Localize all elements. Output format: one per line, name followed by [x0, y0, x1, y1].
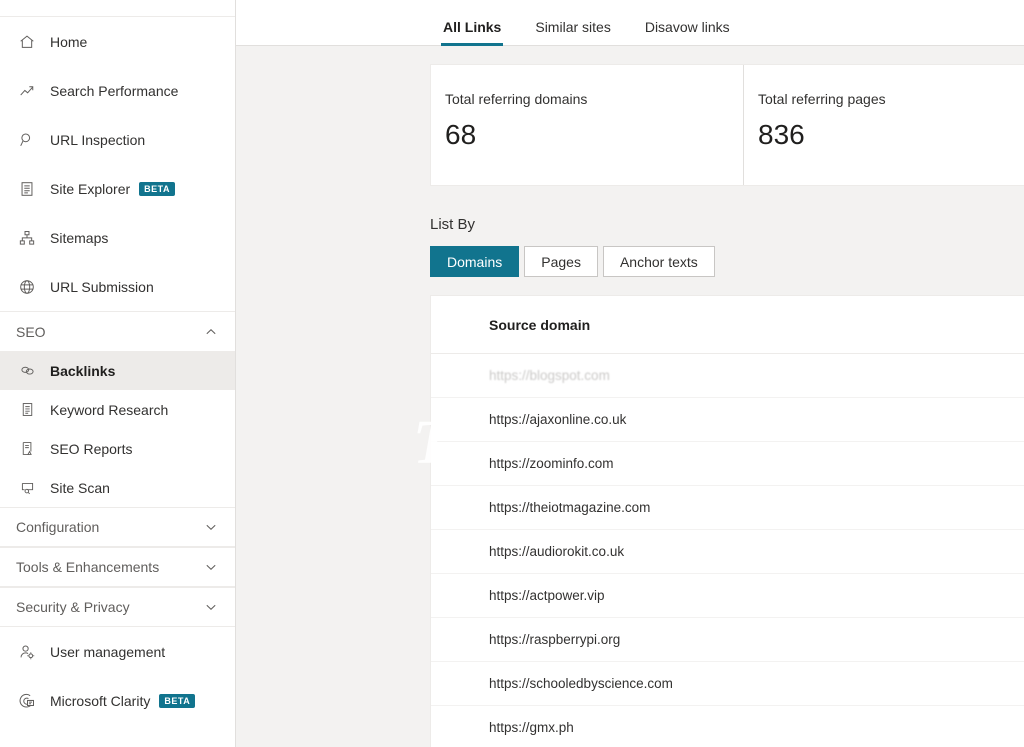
sidebar-item-label: User management	[50, 645, 165, 659]
sidebar-item-search-performance[interactable]: Search Performance	[0, 66, 235, 115]
sidebar-item-label: Site Scan	[50, 481, 110, 495]
chevron-down-icon	[203, 599, 219, 615]
cell-source-domain: https://actpower.vip	[489, 588, 605, 603]
table-row[interactable]: https://blogspot.com	[431, 354, 1024, 398]
summary-cards: Total referring domains 68 Total referri…	[430, 64, 1024, 186]
cell-source-domain: https://zoominfo.com	[489, 456, 614, 471]
sidebar-item-url-inspection[interactable]: URL Inspection	[0, 115, 235, 164]
card-value: 836	[758, 121, 1024, 149]
list-by-label: List By	[430, 216, 1024, 233]
document-list-icon	[16, 178, 38, 200]
sidebar-item-label: SEO Reports	[50, 442, 132, 456]
document-icon	[16, 399, 38, 421]
sidebar-section-tools-enhancements[interactable]: Tools & Enhancements	[0, 547, 235, 587]
app-root: Home Search Performance URL Inspection	[0, 0, 1024, 747]
list-by-pages-button[interactable]: Pages	[524, 246, 598, 277]
sidebar: Home Search Performance URL Inspection	[0, 0, 236, 747]
globe-icon	[16, 276, 38, 298]
sidebar-item-keyword-research[interactable]: Keyword Research	[0, 390, 235, 429]
sidebar-item-label: Home	[50, 35, 87, 49]
section-title: SEO	[16, 324, 46, 340]
cell-source-domain: https://audiorokit.co.uk	[489, 544, 624, 559]
main-content: All Links Similar sites Disavow links T …	[236, 0, 1024, 747]
sidebar-item-microsoft-clarity[interactable]: Microsoft Clarity BETA	[0, 676, 235, 725]
sidebar-item-site-scan[interactable]: Site Scan	[0, 468, 235, 507]
card-label: Total referring pages	[758, 91, 1024, 107]
report-icon	[16, 438, 38, 460]
chain-link-icon	[16, 360, 38, 382]
chevron-down-icon	[203, 519, 219, 535]
list-by-domains-button[interactable]: Domains	[430, 246, 519, 277]
cell-source-domain: https://theiotmagazine.com	[489, 500, 650, 515]
sitemap-icon	[16, 227, 38, 249]
sidebar-section-security-privacy[interactable]: Security & Privacy	[0, 587, 235, 627]
sidebar-item-home[interactable]: Home	[0, 17, 235, 66]
card-total-referring-domains: Total referring domains 68	[431, 65, 744, 185]
card-label: Total referring domains	[445, 91, 743, 107]
sidebar-item-label: Microsoft Clarity	[50, 694, 150, 708]
tab-all-links[interactable]: All Links	[441, 20, 503, 45]
table-row[interactable]: https://zoominfo.com	[431, 442, 1024, 486]
cell-source-domain: https://ajaxonline.co.uk	[489, 412, 626, 427]
chevron-down-icon	[203, 559, 219, 575]
sidebar-item-sitemaps[interactable]: Sitemaps	[0, 213, 235, 262]
backlinks-table: Source domain https://blogspot.com https…	[430, 295, 1024, 747]
table-row[interactable]: https://gmx.ph	[431, 706, 1024, 747]
sidebar-item-label: Site Explorer	[50, 182, 130, 196]
column-header-source-domain: Source domain	[489, 317, 590, 333]
sidebar-item-site-explorer[interactable]: Site Explorer BETA	[0, 164, 235, 213]
chevron-up-icon	[203, 324, 219, 340]
home-icon	[16, 31, 38, 53]
table-header-row: Source domain	[431, 296, 1024, 354]
trend-up-icon	[16, 80, 38, 102]
table-row[interactable]: https://ajaxonline.co.uk	[431, 398, 1024, 442]
clarity-icon	[16, 690, 38, 712]
sidebar-item-url-submission[interactable]: URL Submission	[0, 262, 235, 311]
section-title: Tools & Enhancements	[16, 559, 159, 575]
sidebar-item-label: URL Inspection	[50, 133, 145, 147]
sidebar-section-seo[interactable]: SEO	[0, 311, 235, 351]
section-title: Security & Privacy	[16, 599, 130, 615]
user-gear-icon	[16, 641, 38, 663]
tab-disavow-links[interactable]: Disavow links	[643, 20, 732, 45]
table-row[interactable]: https://audiorokit.co.uk	[431, 530, 1024, 574]
sidebar-item-user-management[interactable]: User management	[0, 627, 235, 676]
beta-badge: BETA	[139, 182, 175, 196]
sidebar-item-seo-reports[interactable]: SEO Reports	[0, 429, 235, 468]
sidebar-item-label: Search Performance	[50, 84, 178, 98]
beta-badge: BETA	[159, 694, 195, 708]
tab-bar: All Links Similar sites Disavow links	[236, 0, 1024, 46]
sidebar-item-label: Sitemaps	[50, 231, 108, 245]
list-by-anchor-texts-button[interactable]: Anchor texts	[603, 246, 715, 277]
cell-source-domain: https://gmx.ph	[489, 720, 574, 735]
sidebar-item-label: Keyword Research	[50, 403, 168, 417]
table-row[interactable]: https://raspberrypi.org	[431, 618, 1024, 662]
card-value: 68	[445, 121, 743, 149]
table-row[interactable]: https://theiotmagazine.com	[431, 486, 1024, 530]
backlinks-panel: T Total referring domains 68 Total refer…	[236, 64, 1024, 747]
tab-similar-sites[interactable]: Similar sites	[533, 20, 612, 45]
section-title: Configuration	[16, 519, 99, 535]
list-by-toggle-group: Domains Pages Anchor texts	[430, 246, 1024, 277]
sidebar-section-configuration[interactable]: Configuration	[0, 507, 235, 547]
table-row[interactable]: https://schooledbyscience.com	[431, 662, 1024, 706]
sidebar-top-divider	[0, 0, 235, 17]
cell-source-domain: https://raspberrypi.org	[489, 632, 620, 647]
cell-source-domain: https://blogspot.com	[489, 368, 610, 383]
magnifier-icon	[16, 129, 38, 151]
sidebar-item-label: URL Submission	[50, 280, 154, 294]
table-row[interactable]: https://actpower.vip	[431, 574, 1024, 618]
scan-icon	[16, 477, 38, 499]
card-total-referring-pages: Total referring pages 836	[744, 65, 1024, 185]
sidebar-item-label: Backlinks	[50, 364, 115, 378]
sidebar-item-backlinks[interactable]: Backlinks	[0, 351, 235, 390]
cell-source-domain: https://schooledbyscience.com	[489, 676, 673, 691]
